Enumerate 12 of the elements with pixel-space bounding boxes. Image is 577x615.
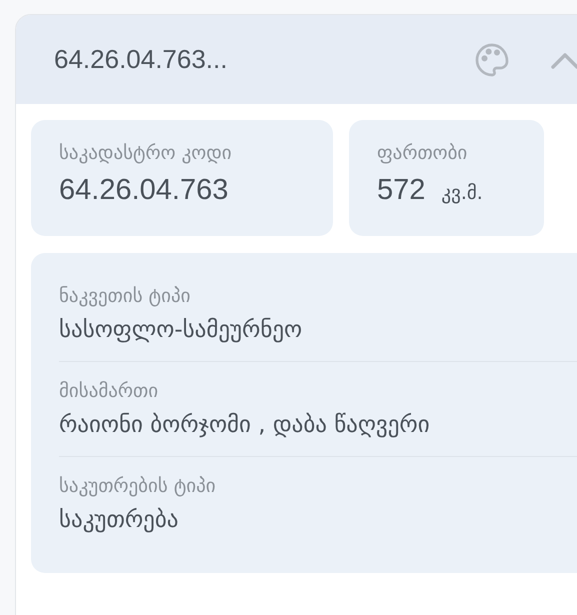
stat-unit: კვ.მ. [441, 182, 483, 204]
detail-label: ნაკვეთის ტიპი [59, 285, 192, 307]
stat-label: ფართობი [377, 142, 468, 164]
detail-value: სასოფლო-სამეურნეო [59, 317, 304, 343]
detail-label: მისამართი [59, 380, 160, 402]
stat-value: 64.26.04.763 [59, 174, 228, 207]
detail-value: რაიონი ბორჯომი , დაბა წაღვერი [59, 412, 431, 438]
stat-value: 572 [377, 174, 426, 207]
parcel-title: 64.26.04.763... [54, 44, 228, 75]
stat-label: საკადასტრო კოდი [59, 142, 233, 164]
detail-value: საკუთრება [59, 507, 180, 533]
detail-label: საკუთრების ტიპი [59, 475, 217, 497]
